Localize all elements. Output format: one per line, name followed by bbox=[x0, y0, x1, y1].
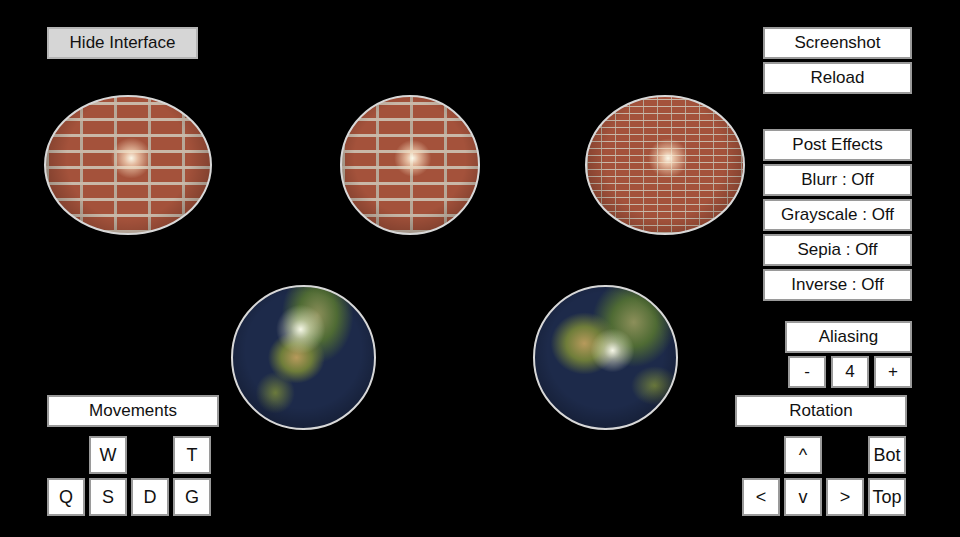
key-button[interactable]: W bbox=[89, 436, 127, 474]
post-effects-title: Post Effects bbox=[763, 129, 912, 161]
key-button[interactable]: Q bbox=[47, 478, 85, 516]
effect-toggle[interactable]: Sepia : Off bbox=[763, 234, 912, 266]
earth-sphere bbox=[533, 285, 678, 430]
key-button[interactable]: v bbox=[784, 478, 822, 516]
key-button[interactable]: < bbox=[742, 478, 780, 516]
effect-toggle[interactable]: Inverse : Off bbox=[763, 269, 912, 301]
key-button[interactable]: Top bbox=[868, 478, 906, 516]
render-canvas[interactable]: Hide Interface ScreenshotReload Post Effec… bbox=[0, 0, 960, 537]
key-button[interactable]: G bbox=[173, 478, 211, 516]
rotation-keys: ^ Bot <v>Top bbox=[735, 436, 907, 516]
movements-panel: Movements W T QSDG bbox=[47, 395, 219, 516]
action-button[interactable]: Screenshot bbox=[763, 27, 912, 59]
rotation-panel: Rotation ^ Bot <v>Top bbox=[735, 395, 907, 516]
brick-sphere bbox=[44, 95, 212, 235]
movement-keys: W T QSDG bbox=[47, 436, 219, 516]
aliasing-value: 4 bbox=[831, 356, 869, 388]
brick-sphere bbox=[585, 95, 745, 235]
key-button[interactable]: ^ bbox=[784, 436, 822, 474]
hide-interface-button[interactable]: Hide Interface bbox=[47, 27, 198, 59]
movements-title: Movements bbox=[47, 395, 219, 427]
rotation-title: Rotation bbox=[735, 395, 907, 427]
earth-sphere bbox=[231, 285, 376, 430]
aliasing-title: Aliasing bbox=[785, 321, 912, 353]
key-button[interactable]: > bbox=[826, 478, 864, 516]
aliasing-decrease[interactable]: - bbox=[788, 356, 826, 388]
aliasing-increase[interactable]: + bbox=[874, 356, 912, 388]
key-button[interactable]: T bbox=[173, 436, 211, 474]
key-button[interactable]: S bbox=[89, 478, 127, 516]
action-button[interactable]: Reload bbox=[763, 62, 912, 94]
key-button[interactable]: D bbox=[131, 478, 169, 516]
key-button[interactable]: Bot bbox=[868, 436, 906, 474]
effect-toggle[interactable]: Grayscale : Off bbox=[763, 199, 912, 231]
brick-sphere bbox=[340, 95, 480, 235]
effect-toggle[interactable]: Blurr : Off bbox=[763, 164, 912, 196]
